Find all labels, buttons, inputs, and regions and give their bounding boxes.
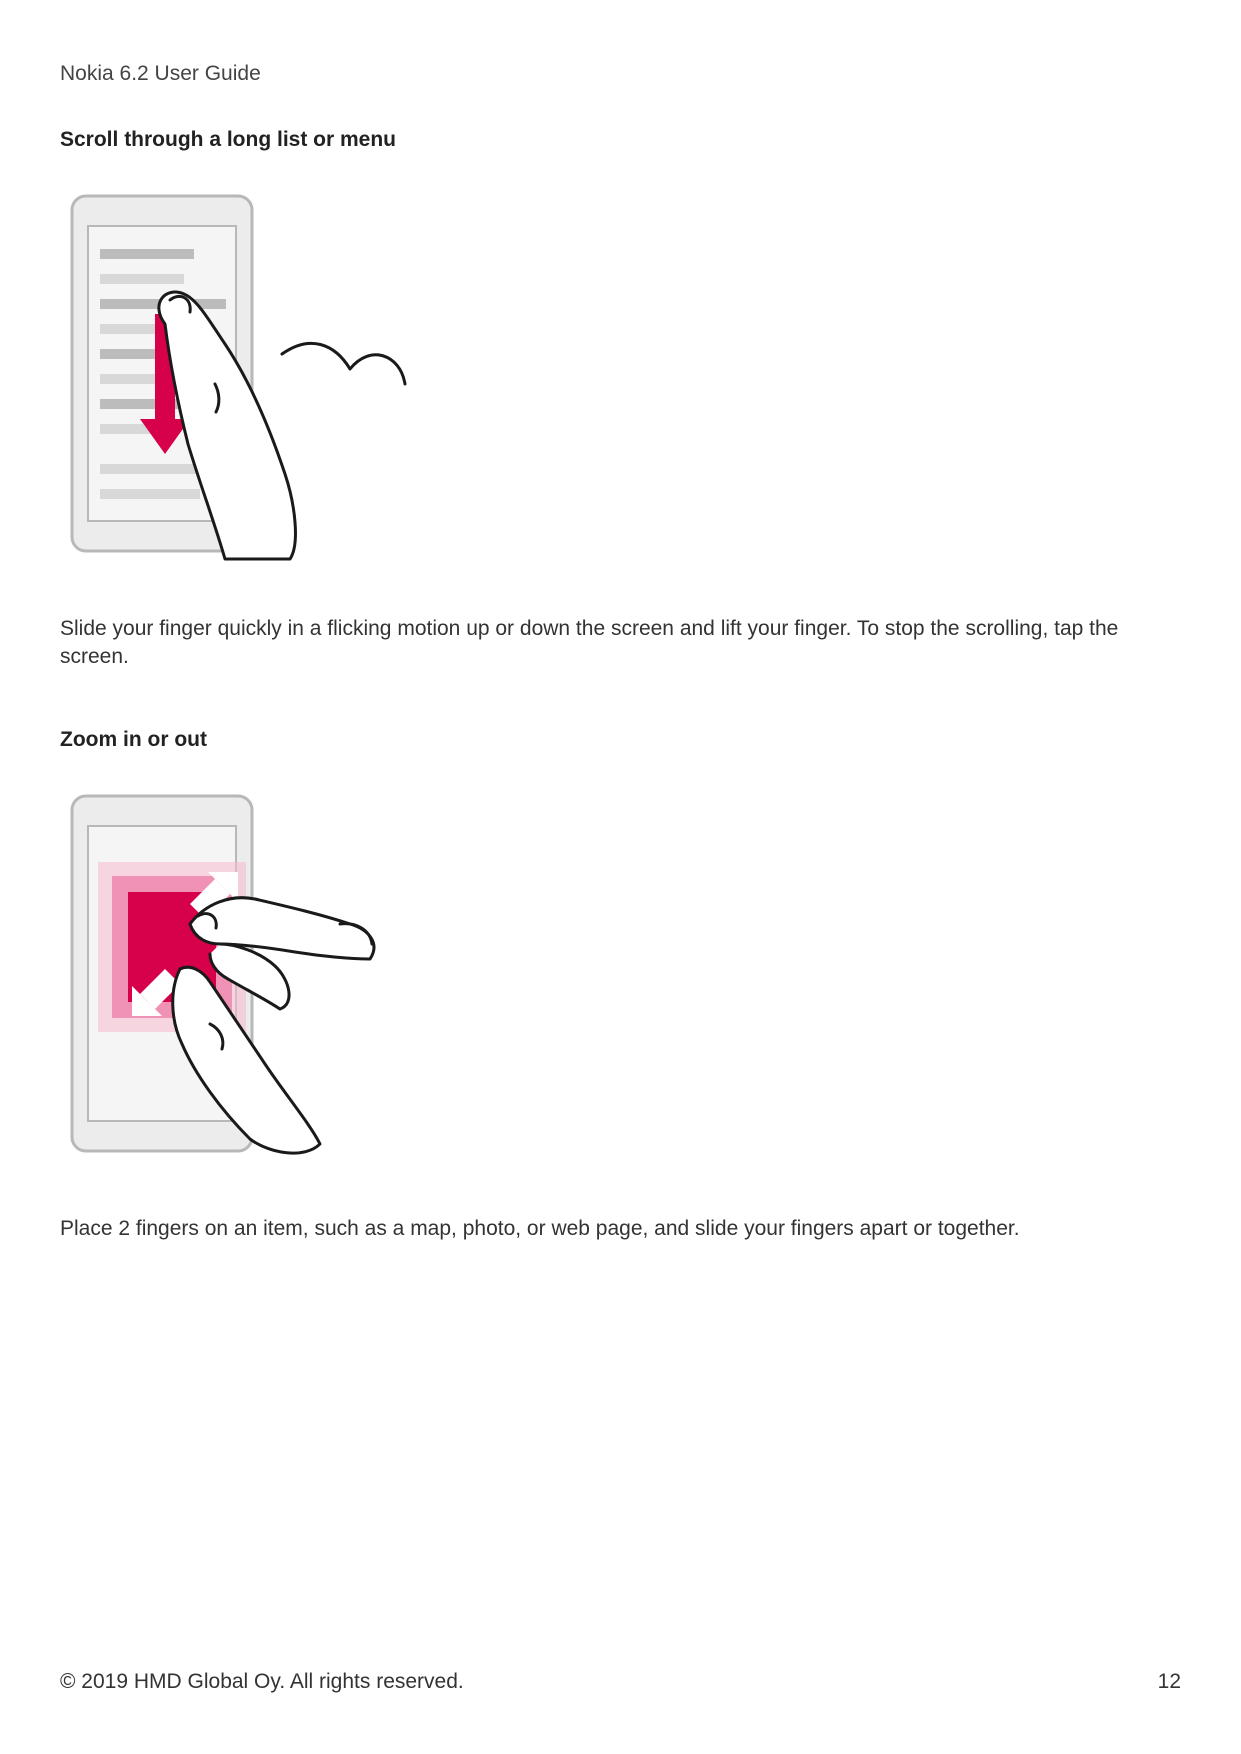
footer-copyright: © 2019 HMD Global Oy. All rights reserve… xyxy=(60,1670,464,1694)
footer-page-number: 12 xyxy=(1158,1670,1181,1694)
zoom-body-text: Place 2 fingers on an item, such as a ma… xyxy=(60,1215,1160,1243)
doc-title: Nokia 6.2 User Guide xyxy=(60,62,1181,86)
zoom-gesture-icon xyxy=(70,794,430,1164)
page-footer: © 2019 HMD Global Oy. All rights reserve… xyxy=(60,1670,1181,1694)
scroll-body-text: Slide your finger quickly in a flicking … xyxy=(60,615,1160,672)
illustration-zoom xyxy=(70,794,1181,1169)
illustration-scroll xyxy=(70,194,1181,569)
section-heading-zoom: Zoom in or out xyxy=(60,728,1181,752)
section-heading-scroll: Scroll through a long list or menu xyxy=(60,128,1181,152)
scroll-gesture-icon xyxy=(70,194,430,564)
